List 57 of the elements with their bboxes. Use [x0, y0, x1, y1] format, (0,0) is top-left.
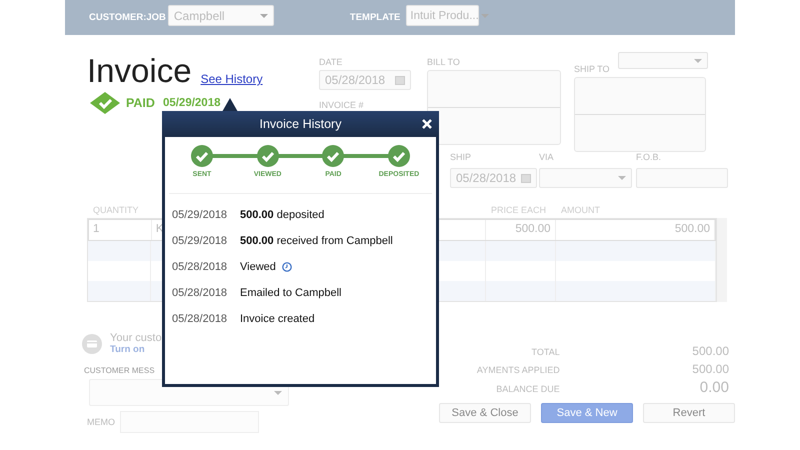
popup-title: Invoice History: [260, 117, 342, 131]
caret-icon: [260, 14, 268, 18]
ship-to-dropdown[interactable]: [618, 52, 708, 69]
total-label: AYMENTS APPLIED: [476, 364, 560, 374]
event-date: 05/29/2018: [172, 209, 228, 221]
event-date: 05/28/2018: [172, 261, 228, 273]
ship-to-label: SHIP TO: [574, 64, 610, 74]
bill-to-label: BILL TO: [427, 57, 460, 67]
ship-date-field[interactable]: 05/28/2018: [450, 168, 537, 188]
caret-icon: [694, 58, 702, 62]
calendar-icon: [521, 173, 531, 183]
event-text: Emailed to Campbell: [240, 287, 342, 299]
fob-field[interactable]: [636, 168, 728, 188]
paid-date: 05/29/2018: [162, 97, 220, 109]
table-cell: 1: [89, 220, 152, 240]
table-cell: 500.00: [486, 220, 556, 240]
calendar-icon: [395, 75, 405, 85]
event-text: Viewed: [240, 261, 276, 273]
date-label: DATE: [319, 57, 344, 67]
total-label: BALANCE DUE: [495, 384, 560, 394]
via-label: VIA: [539, 152, 554, 162]
action-button[interactable]: Revert: [643, 402, 735, 422]
paid-status: PAID: [126, 96, 155, 110]
action-button[interactable]: Save & New: [541, 402, 633, 422]
total-value: 0.00: [698, 379, 730, 396]
event-date: 05/28/2018: [172, 313, 228, 325]
caret-icon: [618, 176, 626, 180]
bill-to-field[interactable]: [427, 70, 561, 145]
invoice-number-label: INVOICE #: [319, 100, 365, 110]
customer-job-label: CUSTOMER:JOB: [89, 12, 166, 23]
action-button[interactable]: Save & Close: [439, 402, 531, 422]
event-text: Invoice created: [240, 313, 315, 325]
ship-to-field[interactable]: [574, 77, 706, 152]
payments-notice: Your custo: [110, 332, 162, 344]
event-text: 500.00 deposited: [240, 209, 324, 221]
turn-on-link[interactable]: Turn on: [110, 344, 162, 355]
caret-icon: [274, 390, 282, 394]
invoice-title: Invoice: [87, 52, 192, 90]
via-dropdown[interactable]: [539, 168, 632, 188]
scrollbar[interactable]: [717, 218, 727, 302]
customer-message-label: CUSTOMER MESS: [84, 366, 156, 375]
date-field[interactable]: 05/28/2018: [319, 70, 411, 90]
close-icon[interactable]: [422, 119, 432, 129]
total-label: TOTAL: [530, 347, 560, 357]
total-value: 500.00: [691, 362, 730, 376]
credit-card-icon: [82, 334, 102, 354]
fob-label: F.O.B.: [636, 152, 662, 162]
memo-label: MEMO: [87, 417, 115, 427]
customer-job-dropdown[interactable]: Campbell: [168, 5, 274, 26]
event-date: 05/28/2018: [172, 287, 228, 299]
total-value: 500.00: [691, 344, 730, 358]
ship-date-label: SHIP: [450, 152, 472, 162]
clock-icon: [282, 262, 292, 272]
see-history-link[interactable]: See History: [200, 72, 263, 86]
table-cell: 500.00: [556, 220, 715, 240]
checkmark-icon: [90, 92, 120, 114]
template-label: TEMPLATE: [350, 12, 400, 23]
